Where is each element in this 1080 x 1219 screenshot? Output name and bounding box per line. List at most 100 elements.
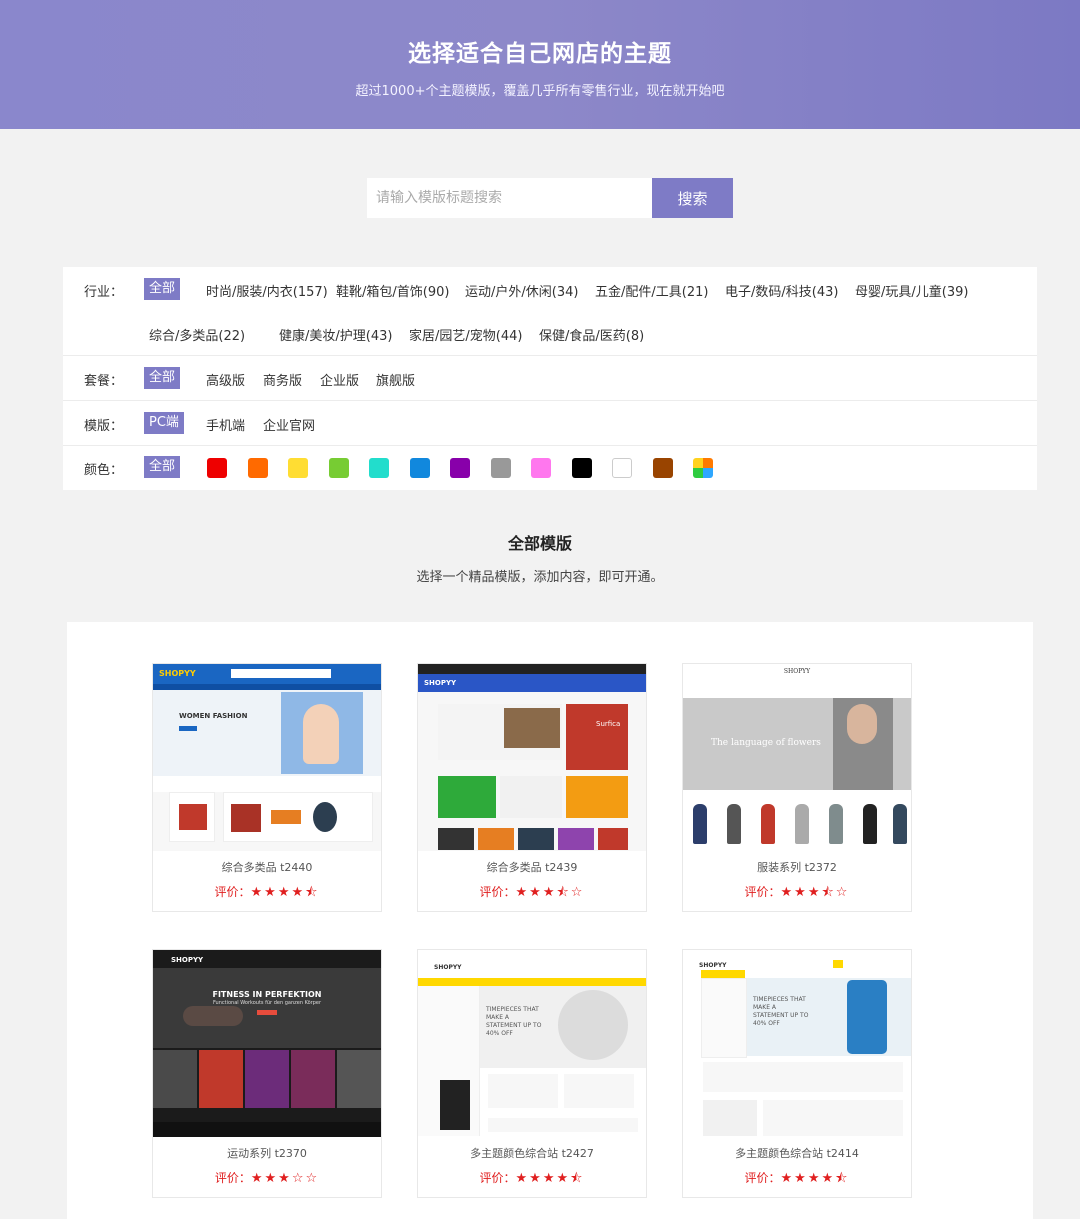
rating-label: 评价： (214, 1171, 251, 1185)
package-flagship[interactable]: 旗舰版 (376, 370, 415, 389)
template-name: 综合多类品 t2440 (221, 861, 313, 874)
package-business[interactable]: 商务版 (263, 370, 302, 389)
color-swatch[interactable] (450, 458, 470, 478)
industry-sports[interactable]: 运动/户外/休闲(34) (465, 281, 578, 300)
search-bar: 搜索 (367, 178, 733, 218)
thumb-logo: SHOPYY (424, 679, 457, 687)
template-thumbnail: SHOPYY Surfica (418, 664, 646, 851)
hero-banner: 选择适合自己网店的主题 超过1000+个主题模版，覆盖几乎所有零售行业，现在就开… (0, 0, 1080, 129)
template-thumbnail: SHOPYY TIMEPIECES THAT MAKE A STATEMENT … (418, 950, 646, 1137)
template-card[interactable]: SHOPYY TIMEPIECES THAT MAKE A STATEMENT … (682, 949, 912, 1198)
filter-panel: 行业： 全部 时尚/服装/内衣(157) 鞋靴/箱包/首饰(90) 运动/户外/… (63, 267, 1037, 490)
rating-label: 评价： (479, 1171, 516, 1185)
star-icons: ★★★★⯪ (250, 885, 320, 900)
template-thumbnail: SHOPYY The language of flowers (683, 664, 911, 851)
color-swatch[interactable] (328, 458, 349, 478)
template-name: 多主题颜色综合站 t2414 (735, 1147, 859, 1160)
thumb-logo: SHOPYY (171, 956, 204, 964)
star-icons: ★★★★⯪ (780, 1171, 850, 1186)
template-label: 模版： (84, 419, 124, 434)
thumb-promo: Surfica (596, 720, 621, 728)
thumb-logo: SHOPYY (434, 964, 462, 971)
industry-health[interactable]: 保健/食品/医药(8) (539, 325, 644, 344)
industry-baby[interactable]: 母婴/玩具/儿童(39) (855, 281, 968, 300)
package-advanced[interactable]: 高级版 (206, 370, 245, 389)
template-thumbnail: SHOPYY TIMEPIECES THAT MAKE A STATEMENT … (683, 950, 911, 1137)
industry-beauty[interactable]: 健康/美妆/护理(43) (279, 325, 392, 344)
thumb-banner-text: TIMEPIECES THAT MAKE A STATEMENT UP TO 4… (486, 1006, 542, 1037)
thumb-banner-text: The language of flowers (711, 738, 821, 748)
color-swatch[interactable] (207, 458, 227, 478)
industry-filter-row: 行业： 全部 时尚/服装/内衣(157) 鞋靴/箱包/首饰(90) 运动/户外/… (63, 267, 1037, 356)
template-card[interactable]: SHOPYY TIMEPIECES THAT MAKE A STATEMENT … (417, 949, 647, 1198)
template-card[interactable]: SHOPYY WOMEN FASHION 综合多类品 t2440 评价：★★★★… (152, 663, 382, 912)
template-filter-row: 模版： PC端 手机端 企业官网 (63, 401, 1037, 446)
hero-title: 选择适合自己网店的主题 (408, 41, 672, 67)
star-icons: ★★★⯪☆ (780, 885, 850, 900)
color-swatch[interactable] (612, 458, 632, 478)
template-grid: SHOPYY WOMEN FASHION 综合多类品 t2440 评价：★★★★… (67, 622, 1033, 1219)
color-swatch[interactable] (652, 458, 673, 478)
template-rating: 评价：★★★★⯪ (153, 883, 381, 905)
rating-label: 评价： (744, 1171, 781, 1185)
industry-hardware[interactable]: 五金/配件/工具(21) (595, 281, 708, 300)
template-rating: 评价：★★★★⯪ (418, 1169, 646, 1191)
template-card[interactable]: SHOPYY The language of flowers 服装系列 t237… (682, 663, 912, 912)
thumb-logo: SHOPYY (699, 962, 727, 969)
thumb-logo: SHOPYY (159, 669, 196, 678)
template-pc[interactable]: PC端 (144, 412, 184, 434)
industry-label: 行业： (84, 285, 124, 300)
color-swatch[interactable] (369, 458, 389, 478)
color-swatch[interactable] (571, 458, 592, 478)
color-swatch[interactable] (531, 458, 551, 478)
industry-shoes[interactable]: 鞋靴/箱包/首饰(90) (336, 281, 449, 300)
industry-electronics[interactable]: 电子/数码/科技(43) (725, 281, 838, 300)
industry-general[interactable]: 综合/多类品(22) (149, 325, 245, 344)
color-swatch[interactable] (288, 458, 308, 478)
color-filter-row: 颜色： 全部 (63, 446, 1037, 490)
template-name: 服装系列 t2372 (757, 861, 837, 874)
color-label: 颜色： (84, 463, 124, 478)
template-name: 多主题颜色综合站 t2427 (470, 1147, 594, 1160)
template-thumbnail: SHOPYY WOMEN FASHION (153, 664, 381, 851)
search-input[interactable] (367, 178, 652, 218)
thumb-banner-text: TIMEPIECES THAT MAKE A STATEMENT UP TO 4… (753, 996, 809, 1027)
rating-label: 评价： (214, 885, 251, 899)
thumb-banner-sub: Functional Workouts für den ganzen Körpe… (212, 1000, 322, 1006)
star-icons: ★★★★⯪ (515, 1171, 585, 1186)
color-all[interactable]: 全部 (144, 456, 181, 478)
color-swatch[interactable] (247, 458, 268, 478)
section-subtitle: 选择一个精品模版，添加内容，即可开通。 (416, 570, 664, 585)
template-corporate[interactable]: 企业官网 (263, 415, 315, 434)
industry-home[interactable]: 家居/园艺/宠物(44) (409, 325, 522, 344)
package-all[interactable]: 全部 (144, 367, 181, 389)
template-rating: 评价：★★★⯪☆ (418, 883, 646, 905)
star-icons: ★★★⯪☆ (515, 885, 585, 900)
package-filter-row: 套餐： 全部 高级版 商务版 企业版 旗舰版 (63, 356, 1037, 401)
template-rating: 评价：★★★★⯪ (683, 1169, 911, 1191)
industry-fashion[interactable]: 时尚/服装/内衣(157) (206, 281, 328, 300)
template-name: 运动系列 t2370 (227, 1147, 307, 1160)
thumb-banner-text: WOMEN FASHION (179, 712, 248, 720)
search-button[interactable]: 搜索 (652, 178, 733, 218)
template-rating: 评价：★★★☆☆ (153, 1169, 381, 1186)
color-swatch-multicolor[interactable] (693, 458, 713, 478)
template-rating: 评价：★★★⯪☆ (683, 883, 911, 905)
industry-all[interactable]: 全部 (144, 278, 181, 300)
rating-label: 评价： (479, 885, 516, 899)
template-mobile[interactable]: 手机端 (206, 415, 245, 434)
package-label: 套餐： (84, 374, 124, 389)
template-card[interactable]: SHOPYY FITNESS IN PERFEKTION Functional … (152, 949, 382, 1198)
star-icons: ★★★☆☆ (250, 1171, 320, 1186)
hero-subtitle: 超过1000+个主题模版，覆盖几乎所有零售行业，现在就开始吧 (355, 84, 725, 99)
thumb-banner-text: FITNESS IN PERFEKTION (212, 990, 322, 999)
section-title: 全部模版 (507, 534, 572, 553)
rating-label: 评价： (744, 885, 781, 899)
color-swatch[interactable] (409, 458, 430, 478)
thumb-logo: SHOPYY (783, 668, 811, 675)
template-card[interactable]: SHOPYY Surfica 综合多类品 t2439 评价：★★★⯪☆ (417, 663, 647, 912)
template-name: 综合多类品 t2439 (486, 861, 578, 874)
package-enterprise[interactable]: 企业版 (320, 370, 359, 389)
color-swatch[interactable] (490, 458, 511, 478)
template-thumbnail: SHOPYY FITNESS IN PERFEKTION Functional … (153, 950, 381, 1137)
